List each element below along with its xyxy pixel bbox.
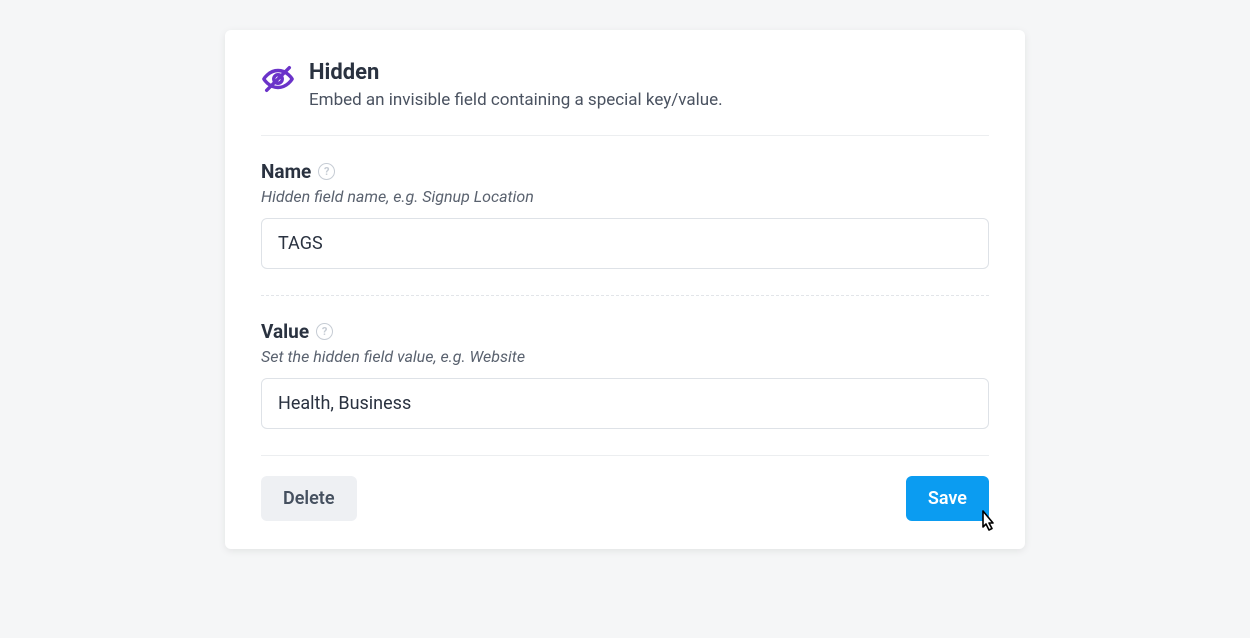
card-title: Hidden (309, 60, 723, 85)
value-input[interactable] (261, 378, 989, 429)
value-section: Value ? Set the hidden field value, e.g.… (261, 296, 989, 455)
delete-button[interactable]: Delete (261, 476, 357, 521)
name-label: Name (261, 160, 311, 183)
value-label-row: Value ? (261, 320, 989, 343)
name-input[interactable] (261, 218, 989, 269)
name-hint: Hidden field name, e.g. Signup Location (261, 187, 989, 206)
card-footer: Delete Save (261, 455, 989, 521)
value-label: Value (261, 320, 309, 343)
name-label-row: Name ? (261, 160, 989, 183)
card-subtitle: Embed an invisible field containing a sp… (309, 89, 723, 113)
help-icon[interactable]: ? (318, 163, 335, 180)
card-header: Hidden Embed an invisible field containi… (261, 60, 989, 136)
hidden-icon (261, 60, 295, 96)
value-hint: Set the hidden field value, e.g. Website (261, 347, 989, 366)
help-icon[interactable]: ? (316, 323, 333, 340)
save-button[interactable]: Save (906, 476, 989, 521)
name-section: Name ? Hidden field name, e.g. Signup Lo… (261, 136, 989, 295)
save-button-wrap: Save (906, 476, 989, 521)
hidden-field-card: Hidden Embed an invisible field containi… (225, 30, 1025, 549)
header-text: Hidden Embed an invisible field containi… (309, 60, 723, 113)
